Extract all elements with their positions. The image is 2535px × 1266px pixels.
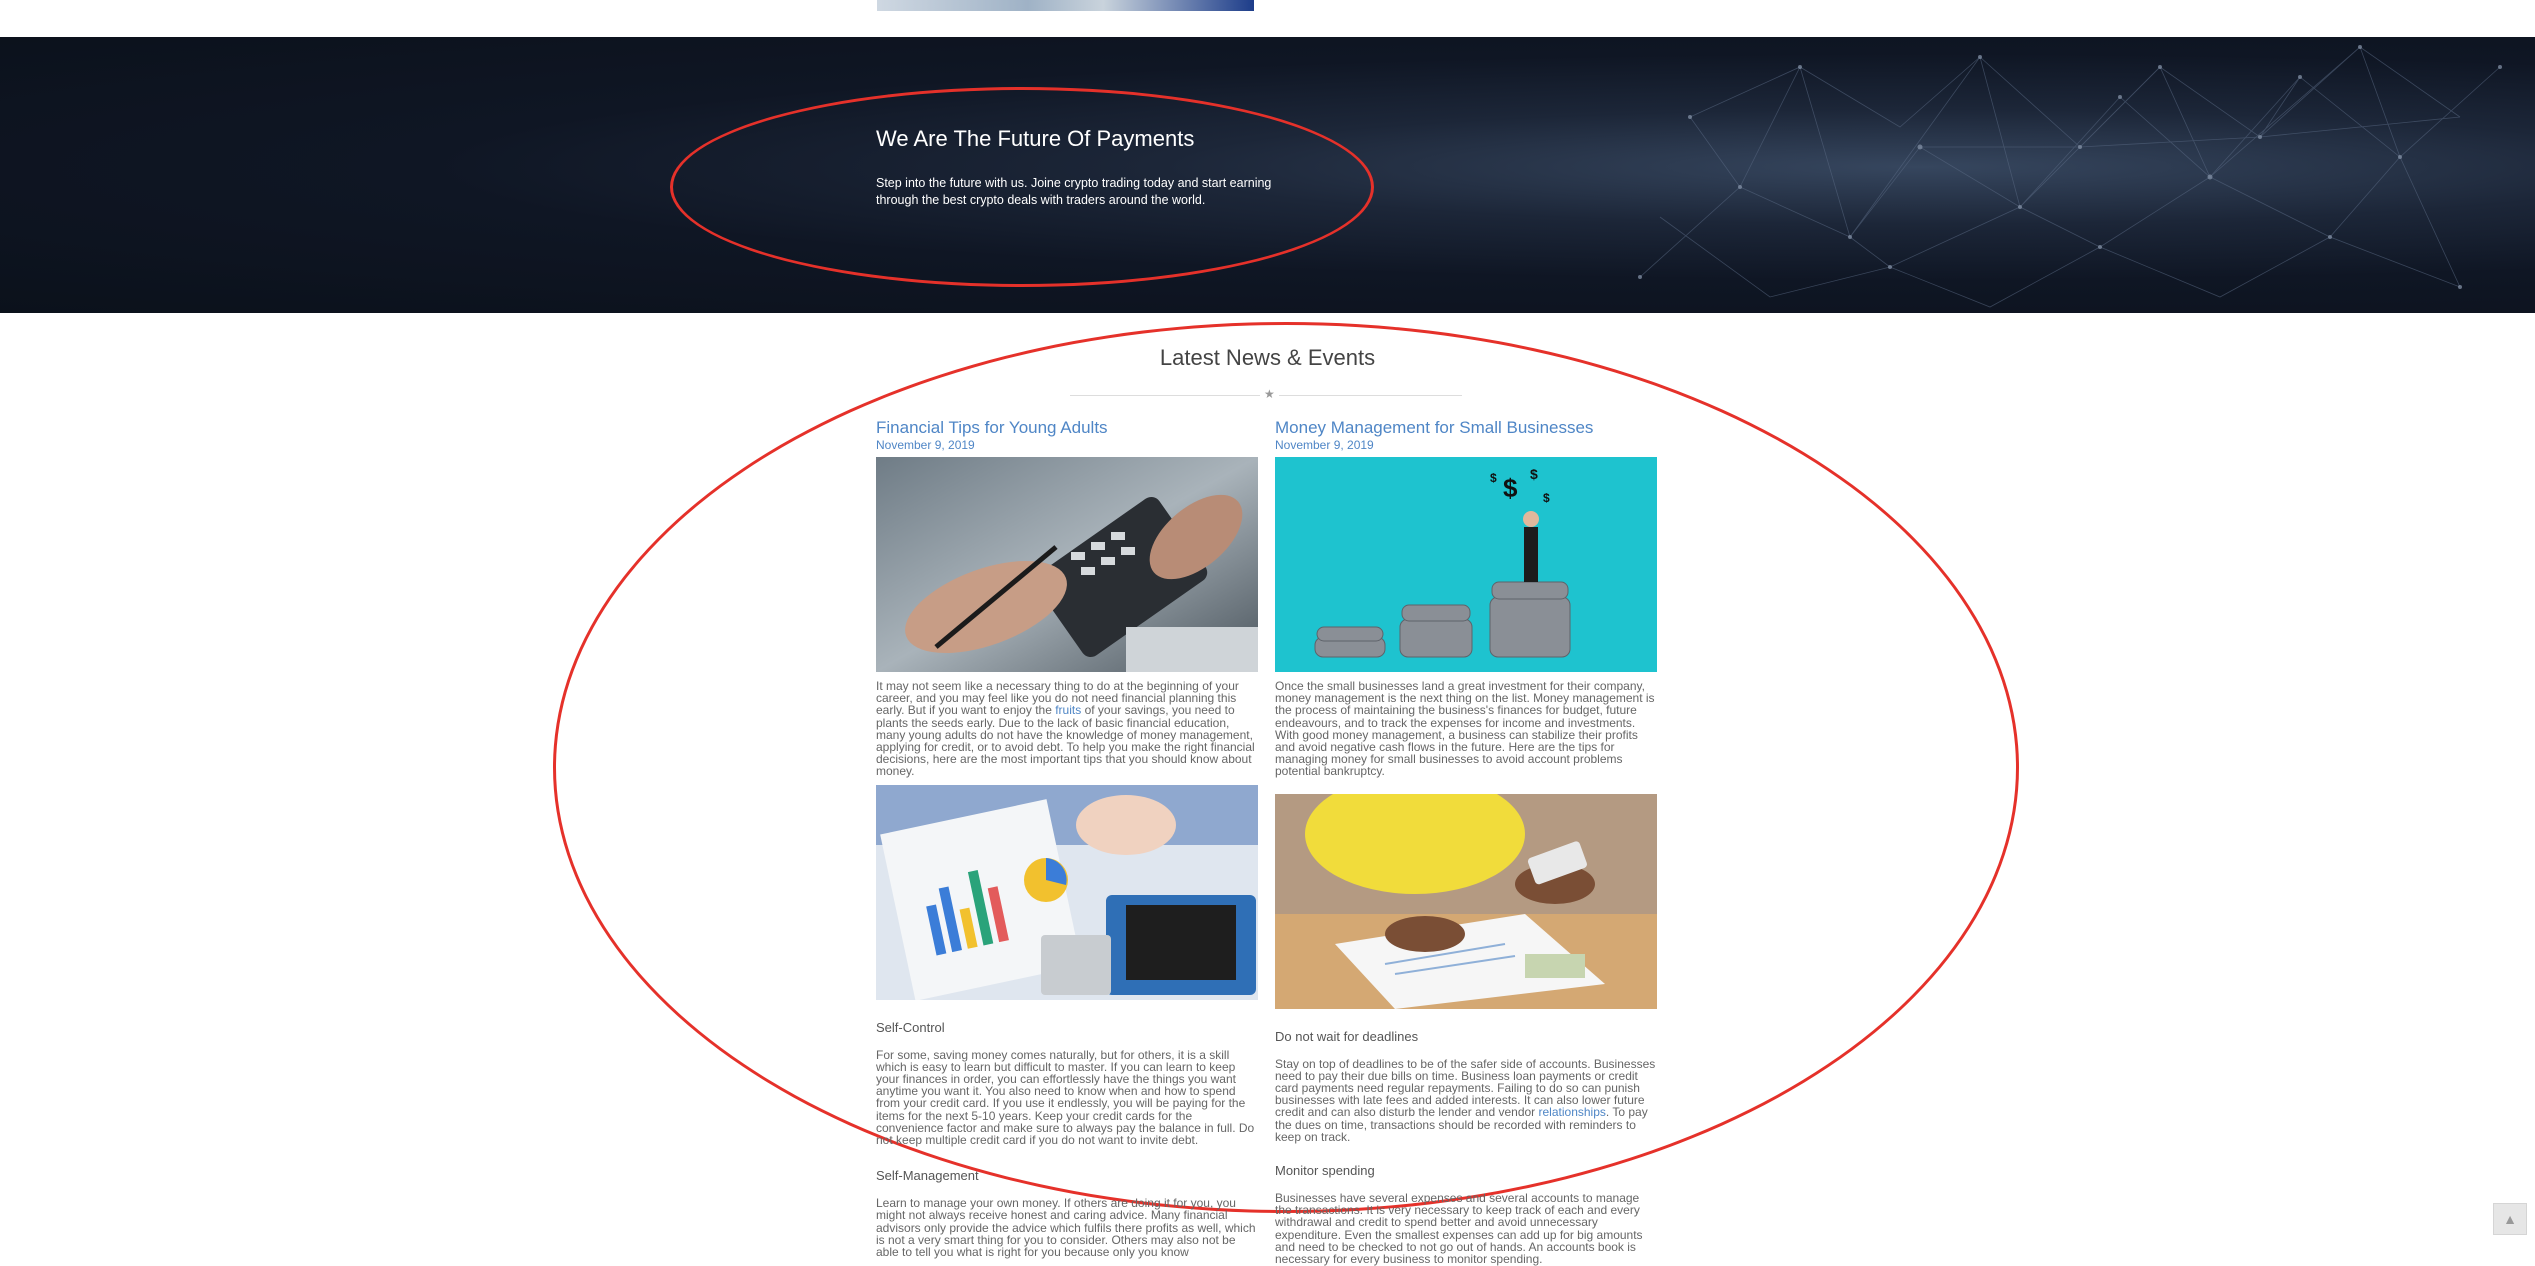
svg-text:$: $ (1503, 473, 1518, 503)
post-subheading: Self-Control (876, 1019, 945, 1035)
svg-text:$: $ (1543, 491, 1550, 505)
svg-text:$: $ (1490, 471, 1497, 485)
post-excerpt: It may not seem like a necessary thing t… (876, 679, 1255, 779)
svg-text:$: $ (1530, 466, 1538, 482)
post-image-calculator[interactable] (876, 457, 1258, 672)
post-subheading: Self-Management (876, 1168, 979, 1184)
post-title-link[interactable]: Money Management for Small Businesses (1275, 418, 1657, 438)
star-icon: ★ (1260, 387, 1279, 401)
post-section-text: Learn to manage your own money. If other… (876, 1196, 1256, 1260)
news-post-2: Money Management for Small Businesses No… (1275, 418, 1657, 1265)
post-date: November 9, 2019 (1275, 438, 1374, 452)
post-section-text: Businesses have several expenses and sev… (1275, 1191, 1643, 1266)
news-post-1: Financial Tips for Young Adults November… (876, 418, 1258, 1258)
banner-title: We Are The Future Of Payments (876, 126, 1195, 151)
top-strip (0, 0, 2535, 38)
post-image-coin-stacks[interactable]: $ $ $ $ (1275, 457, 1657, 672)
hero-banner: We Are The Future Of Payments Step into … (0, 37, 2535, 313)
banner-description: Step into the future with us. Joine cryp… (876, 176, 1272, 207)
post-image-writing (1275, 793, 1657, 1009)
news-section-title: Latest News & Events (1159, 345, 1376, 370)
post-section-text: Stay on top of deadlines to be of the sa… (1275, 1056, 1656, 1144)
post-date: November 9, 2019 (876, 438, 975, 452)
post-section-text: For some, saving money comes naturally, … (876, 1047, 1255, 1148)
network-background-graphic (1638, 45, 2502, 308)
chevron-up-icon: ▲ (2503, 1211, 2517, 1227)
post-subheading: Monitor spending (1275, 1163, 1375, 1179)
post-excerpt: Once the small businesses land a great i… (1275, 679, 1655, 779)
previous-section-image (877, 0, 1254, 11)
post-image-charts (876, 784, 1258, 1000)
scroll-to-top-button[interactable]: ▲ (2493, 1203, 2527, 1235)
post-title-link[interactable]: Financial Tips for Young Adults (876, 418, 1258, 438)
post-subheading: Do not wait for deadlines (1275, 1028, 1419, 1044)
